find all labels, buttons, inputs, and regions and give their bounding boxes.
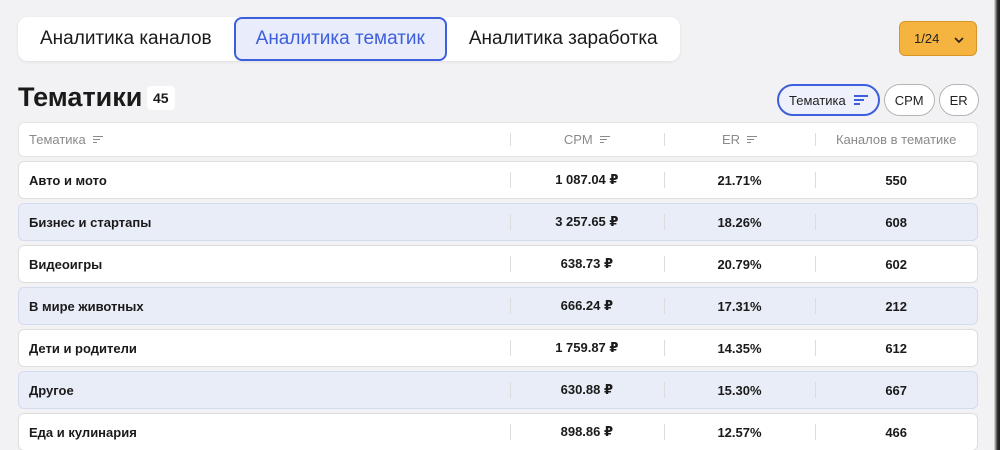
sort-by-cpm-label: CPM — [894, 92, 924, 108]
topics-table: Тематика CPM ER Каналов в тематике Авто … — [18, 122, 978, 450]
cell-cpm: 1 087.04 ₽ — [509, 162, 664, 198]
table-row[interactable]: Дети и родители 1 759.87 ₽ 14.35% 612 — [18, 329, 978, 367]
column-header-topic[interactable]: Тематика — [19, 123, 510, 156]
chevron-down-icon — [954, 32, 964, 46]
cell-channels: 466 — [815, 414, 977, 450]
cell-er: 20.79% — [663, 246, 816, 282]
sort-by-cpm-button[interactable]: CPM — [883, 84, 935, 116]
sort-icon — [747, 135, 758, 144]
cell-cpm: 630.88 ₽ — [509, 372, 664, 408]
sort-by-er-button[interactable]: ER — [938, 84, 979, 116]
tab-channels-analytics[interactable]: Аналитика каналов — [18, 17, 234, 61]
sort-by-er-label: ER — [949, 92, 968, 108]
table-row[interactable]: Авто и мото 1 087.04 ₽ 21.71% 550 — [18, 161, 978, 199]
cell-topic: Видеоигры — [29, 256, 103, 272]
cell-channels: 608 — [815, 204, 977, 240]
table-row[interactable]: Видеоигры 638.73 ₽ 20.79% 602 — [18, 245, 978, 283]
cell-topic: Авто и мото — [29, 172, 107, 188]
sort-icon — [599, 135, 610, 144]
cell-cpm: 666.24 ₽ — [509, 288, 664, 324]
table-row[interactable]: Еда и кулинария 898.86 ₽ 12.57% 466 — [18, 413, 978, 450]
analytics-tabs: Аналитика каналов Аналитика тематик Анал… — [18, 17, 680, 61]
cell-er: 21.71% — [663, 162, 816, 198]
tab-earnings-analytics[interactable]: Аналитика заработка — [447, 17, 680, 61]
cell-topic: В мире животных — [29, 298, 144, 314]
cell-topic: Другое — [29, 382, 74, 398]
column-header-cpm[interactable]: CPM — [509, 123, 664, 156]
page-title: Тематики — [18, 82, 143, 112]
sort-buttons: Тематика CPM ER — [777, 84, 979, 116]
column-header-er[interactable]: ER — [663, 123, 816, 156]
column-header-er-label: ER — [721, 132, 741, 147]
cell-topic: Бизнес и стартапы — [29, 214, 152, 230]
table-row[interactable]: Другое 630.88 ₽ 15.30% 667 — [18, 371, 978, 409]
cell-cpm: 898.86 ₽ — [509, 414, 664, 450]
cell-channels: 212 — [815, 288, 977, 324]
cell-cpm: 3 257.65 ₽ — [509, 204, 664, 240]
cell-cpm: 638.73 ₽ — [509, 246, 664, 282]
tab-topics-analytics[interactable]: Аналитика тематик — [233, 17, 447, 61]
cell-topic: Дети и родители — [29, 340, 137, 356]
cell-er: 14.35% — [663, 330, 816, 366]
cell-topic: Еда и кулинария — [29, 424, 137, 440]
window-edge — [994, 0, 1000, 450]
topics-count-badge: 45 — [147, 86, 175, 110]
cell-channels: 612 — [815, 330, 977, 366]
sort-by-topic-label: Тематика — [789, 92, 846, 108]
table-row[interactable]: В мире животных 666.24 ₽ 17.31% 212 — [18, 287, 978, 325]
cell-channels: 602 — [815, 246, 977, 282]
sort-icon — [92, 135, 103, 144]
cell-er: 18.26% — [663, 204, 816, 240]
table-header: Тематика CPM ER Каналов в тематике — [18, 122, 978, 157]
page-select-value: 1/24 — [914, 31, 940, 46]
cell-er: 15.30% — [663, 372, 816, 408]
cell-channels: 667 — [815, 372, 977, 408]
column-header-channels[interactable]: Каналов в тематике — [815, 123, 977, 156]
cell-channels: 550 — [815, 162, 977, 198]
column-header-cpm-label: CPM — [563, 132, 593, 147]
cell-cpm: 1 759.87 ₽ — [509, 330, 664, 366]
cell-er: 12.57% — [663, 414, 816, 450]
filter-icon — [853, 95, 868, 105]
table-row[interactable]: Бизнес и стартапы 3 257.65 ₽ 18.26% 608 — [18, 203, 978, 241]
column-header-channels-label: Каналов в тематике — [835, 132, 957, 147]
sort-by-topic-button[interactable]: Тематика — [777, 84, 880, 116]
cell-er: 17.31% — [663, 288, 816, 324]
column-header-topic-label: Тематика — [29, 132, 86, 147]
page-select[interactable]: 1/24 — [899, 21, 977, 56]
